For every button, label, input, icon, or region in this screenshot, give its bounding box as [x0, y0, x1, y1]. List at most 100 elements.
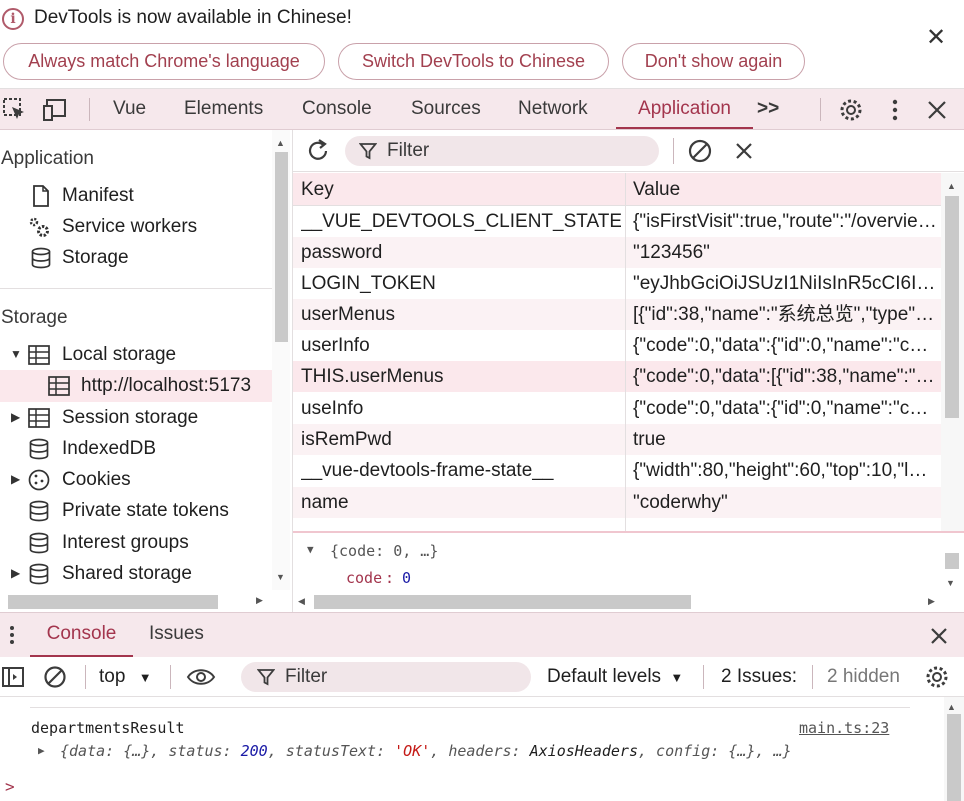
console-toolbar: top ▼ Filter Default levels ▼ 2 Issues: … [0, 657, 964, 697]
drawer-menu-icon[interactable] [4, 624, 20, 646]
close-drawer-icon[interactable] [929, 626, 949, 646]
tab-network[interactable]: Network [518, 89, 588, 129]
console-filter-input[interactable]: Filter [241, 662, 531, 692]
toolbar-separator [673, 138, 674, 164]
dont-show-again-button[interactable]: Don't show again [622, 43, 805, 80]
match-language-button[interactable]: Always match Chrome's language [3, 43, 325, 80]
key-cell: password [301, 242, 383, 263]
dropdown-arrow-icon: ▼ [670, 670, 684, 685]
sidebar-item-localhost-origin[interactable]: http://localhost:5173 [0, 370, 272, 402]
column-divider[interactable] [625, 173, 626, 531]
table-row[interactable]: userMenus [{"id":38,"name":"系统总览","type":… [293, 299, 941, 330]
preview-colon: : [385, 569, 395, 587]
toolbar-separator [703, 665, 704, 689]
expanded-triangle-icon[interactable]: ▼ [307, 543, 314, 556]
infobar-message: DevTools is now available in Chinese! [34, 7, 352, 28]
scroll-down-arrow-icon[interactable]: ▼ [276, 572, 285, 582]
close-devtools-icon[interactable] [924, 97, 950, 123]
collapsed-triangle-icon[interactable]: ▶ [11, 402, 20, 433]
table-row[interactable]: name "coderwhy" [293, 487, 941, 518]
key-cell: userMenus [301, 304, 395, 325]
tab-elements[interactable]: Elements [184, 89, 263, 129]
tab-sources[interactable]: Sources [411, 89, 481, 129]
key-cell: name [301, 492, 349, 513]
more-options-icon[interactable] [882, 97, 908, 123]
language-infobar: i DevTools is now available in Chinese! … [0, 0, 964, 89]
table-row[interactable]: password "123456" [293, 237, 941, 268]
table-scrollbar-thumb[interactable] [945, 196, 959, 418]
value-column-header[interactable]: Value [633, 173, 680, 206]
value-cell: "123456" [633, 242, 710, 263]
filter-funnel-icon [359, 143, 377, 160]
context-selector[interactable]: top ▼ [99, 657, 152, 698]
scroll-up-arrow-icon[interactable]: ▲ [276, 138, 285, 148]
database-icon [31, 247, 51, 269]
scroll-up-arrow-icon[interactable]: ▲ [947, 702, 956, 712]
filter-input[interactable]: Filter [345, 136, 659, 166]
inspect-element-icon[interactable] [2, 97, 28, 123]
delete-selected-icon[interactable] [734, 141, 754, 161]
key-column-header[interactable]: Key [301, 173, 334, 206]
devtools-main-toolbar: Vue Elements Console Sources Network App… [0, 89, 964, 130]
key-cell: __vue-devtools-frame-state__ [301, 460, 554, 481]
console-settings-gear-icon[interactable] [924, 664, 950, 690]
object-statustext-value: 'OK' [394, 742, 431, 760]
table-row-selected[interactable]: THIS.userMenus {"code":0,"data":[{"id":38… [293, 361, 941, 392]
preview-summary: {code: 0, …} [330, 542, 439, 560]
value-cell: {"code":0,"data":{"id":0,"name":"coderwh… [633, 335, 937, 356]
settings-gear-icon[interactable] [838, 97, 864, 123]
sidebar-toggle-icon[interactable] [1, 665, 25, 689]
infobar-close-icon[interactable]: ✕ [926, 26, 946, 50]
database-icon [29, 500, 49, 522]
scroll-right-arrow-icon[interactable]: ▶ [928, 596, 935, 607]
sidebar-horizontal-scrollbar-thumb[interactable] [8, 595, 218, 609]
collapsed-triangle-icon[interactable]: ▶ [38, 744, 45, 757]
clear-console-icon[interactable] [43, 665, 67, 689]
log-levels-dropdown[interactable]: Default levels ▼ [547, 657, 683, 698]
filter-funnel-icon [257, 669, 275, 686]
toolbar-separator [89, 98, 90, 121]
object-mid: , statusText: [267, 742, 395, 760]
toolbar-separator [85, 665, 86, 689]
console-scrollbar-thumb[interactable] [947, 714, 961, 801]
storage-filter-bar: Filter [293, 130, 964, 172]
scroll-up-arrow-icon[interactable]: ▲ [947, 181, 956, 191]
scroll-down-arrow-icon[interactable]: ▼ [946, 578, 955, 588]
table-row[interactable]: isRemPwd true [293, 424, 941, 455]
sidebar-item-label: Cookies [62, 469, 131, 490]
scroll-left-arrow-icon[interactable]: ◀ [298, 596, 305, 607]
table-row[interactable]: useInfo {"code":0,"data":{"id":0,"name":"… [293, 393, 941, 424]
gears-icon [29, 217, 49, 237]
table-row[interactable]: __VUE_DEVTOOLS_CLIENT_STATE__ {"isFirstVi… [293, 206, 941, 237]
table-row[interactable]: userInfo {"code":0,"data":{"id":0,"name":… [293, 330, 941, 361]
scroll-right-arrow-icon[interactable]: ▶ [256, 595, 263, 606]
sidebar-scrollbar-thumb[interactable] [275, 152, 288, 342]
tab-console[interactable]: Console [302, 89, 372, 129]
table-grid-icon [28, 345, 50, 365]
table-grid-icon [28, 408, 50, 428]
clear-all-icon[interactable] [687, 138, 713, 164]
more-tabs-icon[interactable]: >> [757, 89, 779, 129]
preview-horizontal-scrollbar-thumb[interactable] [314, 595, 691, 609]
table-row[interactable]: LOGIN_TOKEN "eyJhbGciOiJSUzI1NiIsInR5cCI6… [293, 268, 941, 299]
console-filter-placeholder: Filter [285, 666, 328, 687]
refresh-icon[interactable] [305, 138, 331, 164]
collapsed-triangle-icon[interactable]: ▶ [11, 464, 20, 495]
console-prompt[interactable]: > [5, 777, 15, 796]
table-row[interactable]: __vue-devtools-frame-state__ {"width":80,… [293, 455, 941, 486]
database-icon [29, 438, 49, 460]
drawer-tab-console[interactable]: Console [30, 613, 133, 657]
log-object-preview[interactable]: {data: {…}, status: 200, statusText: 'OK… [60, 742, 792, 760]
collapsed-triangle-icon[interactable]: ▶ [11, 558, 20, 589]
log-source-link[interactable]: main.ts:23 [799, 719, 889, 737]
tab-application[interactable]: Application [616, 89, 753, 129]
expanded-triangle-icon[interactable]: ▼ [10, 339, 22, 370]
live-expression-eye-icon[interactable] [186, 667, 216, 687]
issues-count-button[interactable]: 2 Issues: [721, 657, 797, 697]
switch-to-chinese-button[interactable]: Switch DevTools to Chinese [338, 43, 609, 80]
preview-scrollbar-thumb[interactable] [945, 553, 959, 569]
application-heading: Application [1, 148, 94, 169]
drawer-tab-issues[interactable]: Issues [149, 613, 204, 655]
tab-vue[interactable]: Vue [113, 89, 146, 129]
device-toolbar-icon[interactable] [42, 97, 68, 123]
